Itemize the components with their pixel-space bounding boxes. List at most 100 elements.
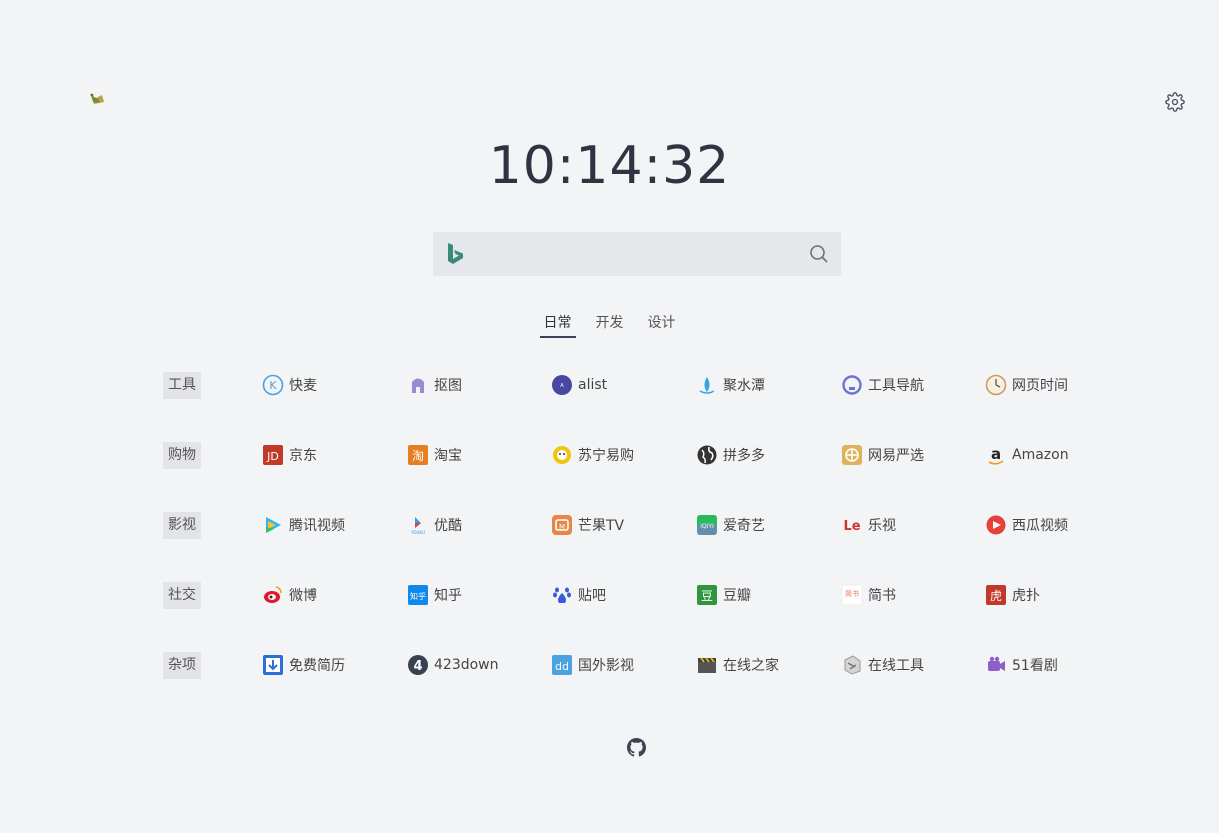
kuaimai-icon: K bbox=[262, 374, 284, 396]
category-row: 影视 腾讯视频 YOUKU 优酷 M 芒果TV iQIYI 爱奇艺 Le 乐视 西瓜视频 bbox=[163, 505, 1123, 545]
bookmark-label: 网易严选 bbox=[868, 448, 924, 464]
bookmark-link[interactable]: 微博 bbox=[262, 584, 317, 606]
bookmark-link[interactable]: 51看剧 bbox=[985, 654, 1058, 676]
tieba-icon bbox=[551, 584, 573, 606]
bookmark-link[interactable]: 简书 简书 bbox=[841, 584, 896, 606]
suning-icon bbox=[551, 444, 573, 466]
taobao-icon: 淘 bbox=[407, 444, 429, 466]
bookmark-label: 贴吧 bbox=[578, 588, 606, 604]
svg-text:iQIYI: iQIYI bbox=[700, 523, 714, 530]
bookmark-link[interactable]: YOUKU 优酷 bbox=[407, 514, 462, 536]
bing-icon[interactable] bbox=[445, 242, 467, 266]
bookmark-label: 拼多多 bbox=[723, 448, 765, 464]
bookmark-link[interactable]: 在线工具 bbox=[841, 654, 924, 676]
svg-text:a: a bbox=[991, 445, 1001, 463]
bookmark-label: 芒果TV bbox=[578, 518, 625, 534]
clock-icon bbox=[985, 374, 1007, 396]
search-icon[interactable] bbox=[809, 244, 829, 264]
category-label: 工具 bbox=[163, 372, 201, 399]
bookmark-link[interactable]: dd 国外影视 bbox=[551, 654, 634, 676]
jianshu-icon: 简书 bbox=[841, 584, 863, 606]
bookmark-link[interactable]: 免费简历 bbox=[262, 654, 345, 676]
bookmark-link[interactable]: 虎虎扑 bbox=[985, 584, 1040, 606]
search-bar bbox=[433, 232, 841, 278]
51kanju-icon bbox=[985, 654, 1007, 676]
bookmark-label: 51看剧 bbox=[1012, 658, 1058, 674]
youku-icon: YOUKU bbox=[407, 514, 429, 536]
bookmark-label: 豆瓣 bbox=[723, 588, 751, 604]
category-row: 社交 微博 知乎 知乎 贴吧 豆豆瓣 简书 简书 虎虎扑 bbox=[163, 575, 1123, 615]
bookmark-link[interactable]: 西瓜视频 bbox=[985, 514, 1068, 536]
category-label: 杂项 bbox=[163, 652, 201, 679]
bookmark-link[interactable]: 聚水潭 bbox=[696, 374, 765, 396]
bookmark-link[interactable]: 知乎 知乎 bbox=[407, 584, 462, 606]
koutu-icon bbox=[407, 374, 429, 396]
svg-text:JD: JD bbox=[266, 450, 279, 463]
category-label: 社交 bbox=[163, 582, 201, 609]
bookmark-label: 免费简历 bbox=[289, 658, 345, 674]
svg-text:豆: 豆 bbox=[701, 589, 713, 603]
bookmark-link[interactable]: iQIYI 爱奇艺 bbox=[696, 514, 765, 536]
tab-daily[interactable]: 日常 bbox=[539, 312, 576, 338]
iqiyi-icon: iQIYI bbox=[696, 514, 718, 536]
bookmark-label: Amazon bbox=[1012, 447, 1069, 463]
tools-icon bbox=[841, 654, 863, 676]
search-input[interactable] bbox=[479, 232, 793, 278]
bookmark-link[interactable]: 豆豆瓣 bbox=[696, 584, 751, 606]
bookmark-label: 西瓜视频 bbox=[1012, 518, 1068, 534]
yanxuan-icon bbox=[841, 444, 863, 466]
bookmark-link[interactable]: 4 423down bbox=[407, 654, 499, 676]
github-icon[interactable] bbox=[627, 738, 646, 757]
svg-text:简书: 简书 bbox=[845, 589, 859, 598]
bookmark-label: 淘宝 bbox=[434, 448, 462, 464]
bookmark-link[interactable]: 在线之家 bbox=[696, 654, 779, 676]
svg-text:dd: dd bbox=[555, 660, 569, 673]
bookmark-link[interactable]: Aalist bbox=[551, 374, 607, 396]
bookmark-link[interactable]: M 芒果TV bbox=[551, 514, 624, 536]
dd-icon: dd bbox=[551, 654, 573, 676]
bookmark-link[interactable]: K 快麦 bbox=[262, 374, 317, 396]
bookmark-label: 京东 bbox=[289, 448, 317, 464]
download-icon bbox=[262, 654, 284, 676]
bookmark-label: 423down bbox=[434, 657, 499, 673]
clapper-icon bbox=[696, 654, 718, 676]
bookmark-link[interactable]: Le 乐视 bbox=[841, 514, 896, 536]
bookmark-link[interactable]: 网页时间 bbox=[985, 374, 1068, 396]
zhihu-icon: 知乎 bbox=[407, 584, 429, 606]
category-row: 杂项 免费简历 4 423down dd 国外影视 在线之家 在线工具 51看剧 bbox=[163, 645, 1123, 685]
bookmark-link[interactable]: 网易严选 bbox=[841, 444, 924, 466]
bookmark-label: 简书 bbox=[868, 588, 896, 604]
category-label: 购物 bbox=[163, 442, 201, 469]
jd-icon: JD bbox=[262, 444, 284, 466]
mgtv-icon: M bbox=[551, 514, 573, 536]
bookmark-label: 苏宁易购 bbox=[578, 448, 634, 464]
svg-text:YOUKU: YOUKU bbox=[410, 530, 425, 535]
bookmark-label: 优酷 bbox=[434, 518, 462, 534]
bookmark-link[interactable]: a Amazon bbox=[985, 444, 1069, 466]
site-logo-icon bbox=[90, 93, 104, 104]
letv-icon: Le bbox=[841, 514, 863, 536]
bookmark-label: 快麦 bbox=[289, 378, 317, 394]
tab-dev[interactable]: 开发 bbox=[592, 312, 628, 338]
weibo-icon bbox=[262, 584, 284, 606]
jushuitan-icon bbox=[696, 374, 718, 396]
gear-icon[interactable] bbox=[1165, 92, 1185, 112]
bookmark-link[interactable]: 工具导航 bbox=[841, 374, 924, 396]
bookmark-link[interactable]: 抠图 bbox=[407, 374, 462, 396]
svg-text:A: A bbox=[560, 383, 564, 389]
svg-text:K: K bbox=[269, 379, 277, 392]
bookmark-label: 网页时间 bbox=[1012, 378, 1068, 394]
amazon-icon: a bbox=[985, 444, 1007, 466]
svg-text:M: M bbox=[559, 523, 565, 531]
bookmark-link[interactable]: 腾讯视频 bbox=[262, 514, 345, 536]
globe-icon bbox=[696, 444, 718, 466]
bookmark-link[interactable]: JD 京东 bbox=[262, 444, 317, 466]
bookmark-link[interactable]: 淘淘宝 bbox=[407, 444, 462, 466]
423down-icon: 4 bbox=[407, 654, 429, 676]
douban-icon: 豆 bbox=[696, 584, 718, 606]
bookmark-link[interactable]: 苏宁易购 bbox=[551, 444, 634, 466]
tab-design[interactable]: 设计 bbox=[644, 312, 680, 338]
bookmark-link[interactable]: 贴吧 bbox=[551, 584, 606, 606]
xigua-icon bbox=[985, 514, 1007, 536]
bookmark-link[interactable]: 拼多多 bbox=[696, 444, 765, 466]
